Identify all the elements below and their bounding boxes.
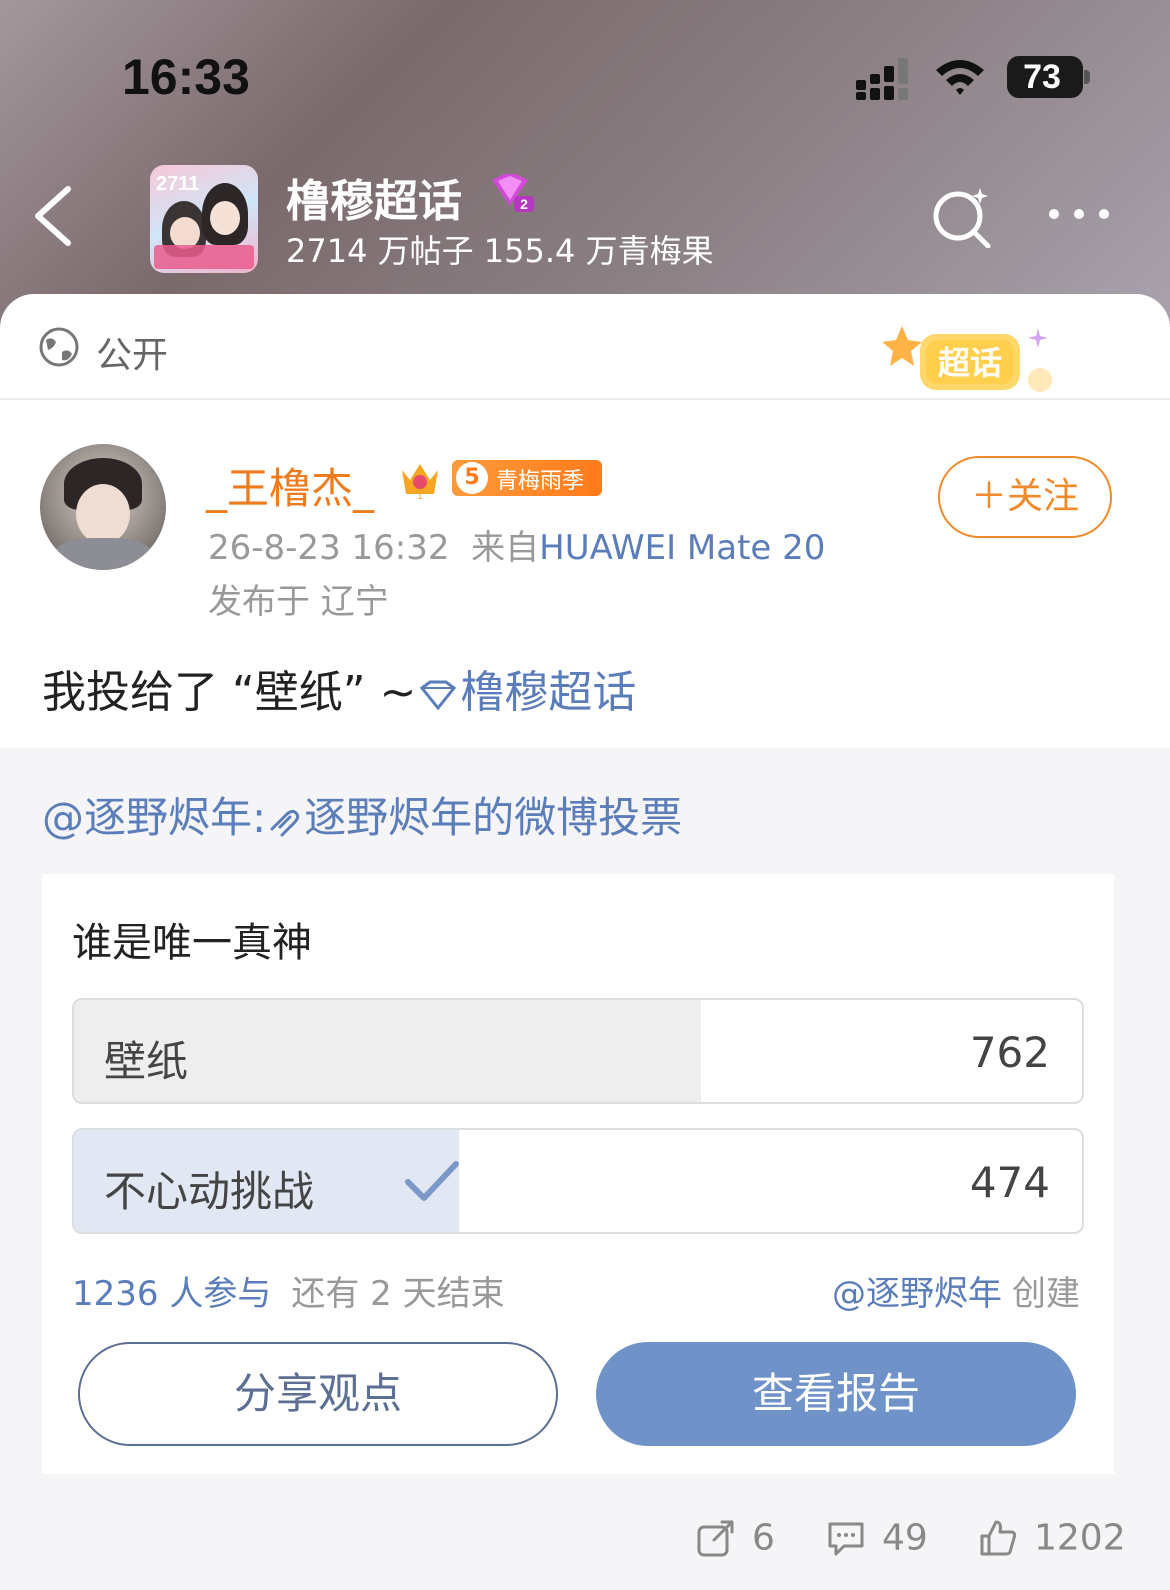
chaohua-badge-text: 超话 — [938, 344, 1002, 382]
poll-participants: 1236 人参与 — [72, 1274, 272, 1314]
thumb-face-right — [210, 201, 240, 235]
user-avatar[interactable] — [40, 444, 166, 570]
topic-thumbnail[interactable]: 2711 — [150, 165, 258, 273]
device-link[interactable]: HUAWEI Mate 20 — [539, 528, 825, 568]
cellular-signal-icon — [856, 58, 908, 100]
poll-title: 谁是唯一真神 — [72, 920, 312, 966]
svg-text:2: 2 — [520, 196, 528, 212]
season-level: 5 — [456, 462, 488, 494]
globe-icon — [39, 327, 79, 367]
repost-count: 6 — [752, 1517, 775, 1559]
username[interactable]: _王橹杰_ — [206, 455, 374, 516]
repost-line: @逐野烬年: 逐野烬年的微博投票 — [42, 784, 682, 845]
back-arrow-icon[interactable] — [30, 185, 80, 247]
post-meta: 26-8-23 16:32 来自HUAWEI Mate 20 — [208, 520, 825, 569]
topic-link[interactable]: 橹穆超话 — [460, 667, 636, 718]
topic-title[interactable]: 橹穆超话 — [286, 165, 462, 229]
like-count: 1202 — [1034, 1517, 1126, 1559]
crown-icon: 1 — [402, 464, 438, 500]
poll-footer-right: @逐野烬年 创建 — [832, 1266, 1080, 1315]
battery-indicator: 73 — [1007, 56, 1083, 98]
post-text-prefix: 我投给了 “壁纸” ~ — [42, 667, 417, 718]
repost-icon — [697, 1520, 734, 1557]
search-icon[interactable] — [930, 184, 994, 248]
poll-option-count: 762 — [969, 1028, 1050, 1077]
view-report-button[interactable]: 查看报告 — [596, 1342, 1076, 1446]
poll-option-label: 壁纸 — [104, 1037, 189, 1086]
follow-button[interactable]: ＋关注 — [938, 456, 1112, 538]
season-badge[interactable]: 5 青梅雨季 — [452, 460, 602, 496]
poll-option-count: 474 — [969, 1158, 1050, 1207]
chaohua-badge-icon: 超话 — [882, 326, 1052, 392]
battery-tip — [1084, 70, 1090, 84]
thumb-text: 2711 — [156, 173, 200, 195]
topic-diamond-icon — [420, 680, 457, 710]
avatar-face — [76, 484, 130, 544]
diamond-level-icon: 2 — [492, 174, 534, 212]
more-options-icon[interactable] — [1044, 204, 1114, 224]
season-label: 青梅雨季 — [496, 469, 585, 494]
poll-option-wallpaper[interactable]: 壁纸 762 — [72, 998, 1084, 1104]
post-text: 我投给了 “壁纸” ~ 橹穆超话 — [42, 656, 636, 720]
link-icon — [270, 809, 300, 836]
comment-action[interactable]: 49 — [826, 1516, 928, 1564]
thumb-banner — [154, 245, 254, 269]
like-action[interactable]: 1202 — [978, 1516, 1126, 1564]
poll-remaining: 还有 2 天结束 — [291, 1274, 505, 1314]
comment-icon — [828, 1522, 864, 1556]
thumbs-up-icon — [980, 1520, 1017, 1556]
post-timestamp: 26-8-23 16:32 — [208, 528, 450, 568]
poll-option-label: 不心动挑战 — [104, 1167, 315, 1216]
post-location: 发布于 辽宁 — [208, 582, 389, 622]
poll-footer-left: 1236 人参与 还有 2 天结束 — [72, 1266, 505, 1315]
wifi-icon — [936, 60, 984, 95]
poll-link[interactable]: 逐野烬年的微博投票 — [304, 793, 682, 842]
share-opinion-button[interactable]: 分享观点 — [78, 1342, 558, 1446]
poll-creator-suffix: 创建 — [1012, 1274, 1080, 1314]
checkmark-icon — [405, 1161, 459, 1201]
battery-level: 73 — [1023, 58, 1061, 96]
repost-action[interactable]: 6 — [696, 1516, 775, 1564]
poll-option-challenge[interactable]: 不心动挑战 474 — [72, 1128, 1084, 1234]
status-time: 16:33 — [122, 49, 250, 105]
avatar-shirt — [54, 538, 152, 570]
topic-stats: 2714 万帖子 155.4 万青梅果 — [286, 232, 714, 270]
visibility-label: 公开 — [96, 335, 169, 376]
comment-count: 49 — [882, 1517, 928, 1559]
repost-mention[interactable]: @逐野烬年: — [42, 793, 266, 842]
poll-creator[interactable]: @逐野烬年 — [832, 1274, 1002, 1314]
source-prefix: 来自 — [471, 528, 540, 568]
crown-level: 1 — [417, 491, 423, 500]
